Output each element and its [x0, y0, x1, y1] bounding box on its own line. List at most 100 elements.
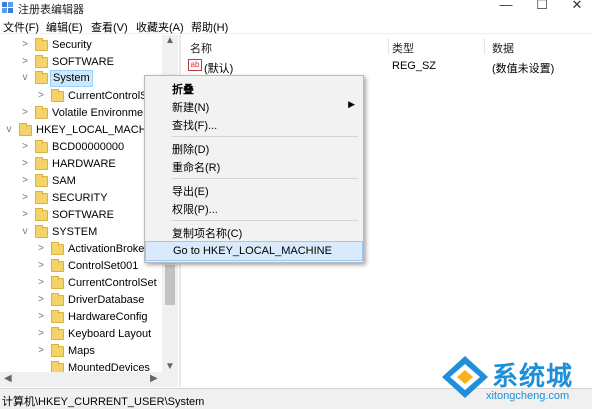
- column-divider[interactable]: [388, 38, 389, 54]
- menu-file[interactable]: 文件(F): [3, 19, 39, 35]
- menu-help[interactable]: 帮助(H): [191, 19, 228, 35]
- menu-item-label: 折叠: [172, 84, 194, 96]
- expand-chevron-icon[interactable]: >: [36, 345, 46, 356]
- tree-item-label: BCD00000000: [52, 141, 125, 153]
- expand-chevron-icon[interactable]: >: [36, 90, 46, 101]
- expand-chevron-icon[interactable]: >: [36, 311, 46, 322]
- title-bar: 注册表编辑器 — ☐ ✕: [0, 0, 592, 16]
- value-data: (数值未设置): [492, 63, 555, 75]
- string-value-icon: ab: [188, 59, 202, 71]
- expand-chevron-icon[interactable]: >: [36, 328, 46, 339]
- menu-item-label: 重命名(R): [172, 162, 221, 174]
- folder-icon: [51, 361, 64, 372]
- menu-item-label: 新建(N): [172, 102, 210, 114]
- menu-item-label: Go to HKEY_LOCAL_MACHINE: [173, 245, 332, 257]
- tree-item-mounteddevices[interactable]: MountedDevices: [0, 360, 178, 372]
- folder-icon: [35, 140, 48, 153]
- value-name[interactable]: (默认): [204, 60, 233, 76]
- folder-icon: [51, 242, 64, 255]
- expand-chevron-icon[interactable]: >: [20, 107, 30, 118]
- minimize-button[interactable]: —: [491, 0, 521, 12]
- watermark-url: xitongcheng.com: [486, 390, 570, 402]
- menu-separator: [172, 136, 358, 137]
- expand-chevron-icon[interactable]: >: [20, 175, 30, 186]
- site-watermark: 系统城 xitongcheng.com: [440, 350, 592, 409]
- tree-item-label: HARDWARE: [52, 158, 116, 170]
- folder-icon: [51, 344, 64, 357]
- tree-item-label: ActivationBroke: [68, 243, 145, 255]
- folder-icon: [35, 208, 48, 221]
- tree-item-maps[interactable]: > Maps: [0, 343, 178, 360]
- folder-icon: [51, 293, 64, 306]
- menu-item-find[interactable]: 查找(F)...: [145, 114, 363, 134]
- tree-item-label: SYSTEM: [52, 226, 98, 238]
- expand-chevron-icon[interactable]: >: [20, 158, 30, 169]
- watermark-brand: 系统城: [492, 361, 574, 391]
- column-header-name[interactable]: 名称: [190, 40, 212, 56]
- menu-item-new[interactable]: 新建(N) ▶: [145, 96, 363, 116]
- folder-icon: [35, 157, 48, 170]
- tree-item-label: Volatile Environme: [52, 107, 144, 119]
- menu-view[interactable]: 查看(V): [91, 19, 128, 35]
- folder-icon: [51, 327, 64, 340]
- scroll-right-icon[interactable]: ▶: [150, 373, 158, 384]
- folder-icon: [35, 106, 48, 119]
- context-menu: 折叠 新建(N) ▶ 查找(F)... 删除(D) 重命名(R) 导出(E) 权…: [144, 75, 364, 263]
- menu-item-goto-hklm[interactable]: Go to HKEY_LOCAL_MACHINE: [145, 241, 363, 261]
- scroll-down-icon[interactable]: ▼: [165, 361, 175, 372]
- tree-item-label: HardwareConfig: [68, 311, 148, 323]
- tree-item-label: MountedDevices: [68, 362, 150, 372]
- expand-chevron-icon[interactable]: >: [20, 141, 30, 152]
- tree-item-hardwareconfig[interactable]: > HardwareConfig: [0, 309, 178, 326]
- tree-item-driverdatabase[interactable]: > DriverDatabase: [0, 292, 178, 309]
- expand-chevron-icon[interactable]: >: [36, 277, 46, 288]
- menu-favorites[interactable]: 收藏夹(A): [136, 19, 184, 35]
- tree-item-security[interactable]: > Security: [0, 37, 178, 54]
- tree-item-label: ControlSet001: [68, 260, 139, 272]
- collapse-chevron-icon[interactable]: v: [4, 124, 14, 135]
- expand-chevron-icon[interactable]: >: [36, 260, 46, 271]
- column-header-data[interactable]: 数据: [492, 40, 514, 56]
- folder-icon: [35, 38, 48, 51]
- folder-open-icon: [19, 123, 32, 136]
- collapse-chevron-icon[interactable]: v: [20, 72, 30, 83]
- window-title: 注册表编辑器: [18, 4, 84, 16]
- collapse-chevron-icon[interactable]: v: [20, 226, 30, 237]
- menu-item-delete[interactable]: 删除(D): [145, 138, 363, 158]
- close-button[interactable]: ✕: [562, 0, 592, 13]
- menu-item-rename[interactable]: 重命名(R): [145, 156, 363, 176]
- expand-chevron-icon[interactable]: >: [20, 209, 30, 220]
- expand-chevron-icon[interactable]: >: [36, 243, 46, 254]
- tree-item-label: System: [50, 70, 93, 87]
- tree-item-software[interactable]: > SOFTWARE: [0, 54, 178, 71]
- tree-item-currentcontrolset-hklm[interactable]: > CurrentControlSet: [0, 275, 178, 292]
- tree-horizontal-scrollbar[interactable]: ◀ ▶: [0, 372, 178, 387]
- scroll-left-icon[interactable]: ◀: [4, 373, 12, 384]
- column-divider[interactable]: [484, 38, 485, 54]
- menu-item-collapse[interactable]: 折叠: [145, 78, 363, 98]
- expand-chevron-icon[interactable]: >: [36, 294, 46, 305]
- menu-item-permissions[interactable]: 权限(P)...: [145, 198, 363, 218]
- menu-item-export[interactable]: 导出(E): [145, 180, 363, 200]
- expand-chevron-icon[interactable]: >: [20, 56, 30, 67]
- folder-open-icon: [35, 71, 48, 84]
- tree-item-label: DriverDatabase: [68, 294, 145, 306]
- status-path: 计算机\HKEY_CURRENT_USER\System: [2, 396, 205, 408]
- menu-item-label: 权限(P)...: [172, 204, 218, 216]
- menu-edit[interactable]: 编辑(E): [46, 19, 83, 35]
- folder-icon: [51, 310, 64, 323]
- value-type: REG_SZ: [392, 60, 437, 72]
- tree-item-label: Maps: [68, 345, 95, 357]
- expand-chevron-icon[interactable]: >: [20, 192, 30, 203]
- menu-bar: 文件(F) 编辑(E) 查看(V) 收藏夹(A) 帮助(H): [0, 17, 592, 34]
- maximize-button[interactable]: ☐: [527, 0, 557, 13]
- menu-item-copy-key-name[interactable]: 复制项名称(C): [145, 222, 363, 242]
- column-header-type[interactable]: 类型: [392, 40, 414, 56]
- scrollbar-thumb[interactable]: [165, 265, 175, 305]
- folder-icon: [51, 276, 64, 289]
- expand-chevron-icon[interactable]: >: [20, 39, 30, 50]
- watermark-logo-icon: [442, 356, 488, 398]
- menu-separator: [172, 220, 358, 221]
- tree-item-keyboard-layout[interactable]: > Keyboard Layout: [0, 326, 178, 343]
- scroll-up-icon[interactable]: ▲: [165, 35, 175, 46]
